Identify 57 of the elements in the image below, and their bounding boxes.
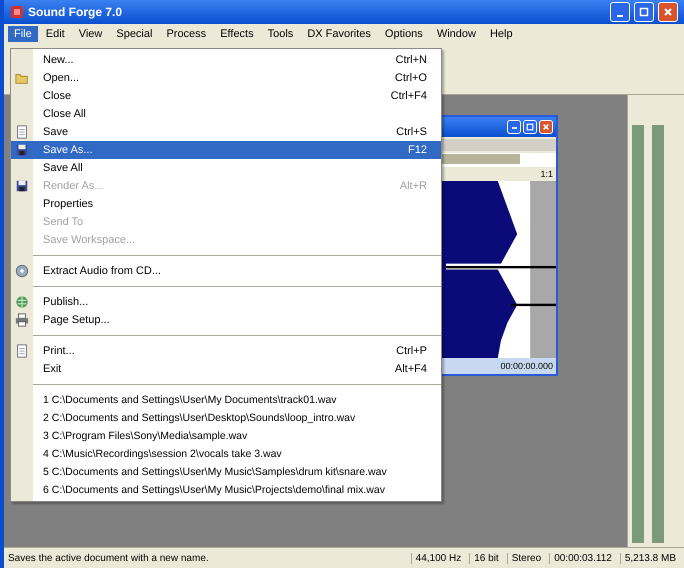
status-cell: 00:00:03.112 (549, 552, 616, 564)
minimize-button[interactable] (507, 120, 521, 134)
recent-file-item[interactable]: 1 C:\Documents and Settings\User\My Documents\track01.wav (11, 391, 441, 409)
menu-item[interactable]: DX Favorites (301, 26, 377, 42)
printer-icon (15, 313, 29, 327)
status-cell: 16 bit (469, 552, 503, 564)
status-cell: 44,100 Hz (410, 552, 466, 564)
recent-file-item[interactable]: 6 C:\Documents and Settings\User\My Music\Projects\demo\final mix.wav (11, 481, 441, 499)
recent-file-item[interactable]: 2 C:\Documents and Settings\User\Desktop\Sounds\loop_intro.wav (11, 409, 441, 427)
menu-item[interactable]: Tools (262, 26, 300, 42)
menu-option[interactable]: Exit Alt+F4 (11, 360, 441, 378)
menu-item[interactable]: Help (484, 26, 519, 42)
close-icon (663, 7, 673, 17)
menu-option[interactable]: Close Ctrl+F4 (11, 87, 441, 105)
app-icon (10, 5, 24, 19)
menu-option[interactable]: Print... Ctrl+P (11, 342, 441, 360)
disc-icon (15, 264, 29, 278)
close-icon (542, 123, 550, 131)
menu-option[interactable]: Publish... (11, 293, 441, 311)
menu-item[interactable]: View (72, 26, 108, 42)
globe-icon (15, 295, 29, 309)
recent-file-item[interactable]: 4 C:\Music\Recordings\session 2\vocals take 3.wav (11, 445, 441, 463)
menu-option[interactable]: New... Ctrl+N (11, 51, 441, 69)
menu-item[interactable]: Window (430, 26, 482, 42)
status-cell: 5,213.8 MB (620, 552, 680, 564)
maximize-button[interactable] (523, 120, 537, 134)
recent-file-item[interactable]: 5 C:\Documents and Settings\User\My Music\Samples\drum kit\snare.wav (11, 463, 441, 481)
minimize-button[interactable] (610, 2, 630, 22)
minimize-icon (512, 127, 516, 129)
close-button[interactable] (539, 120, 553, 134)
menu-item[interactable]: Effects (214, 26, 260, 42)
window-title: Sound Forge 7.0 (28, 5, 122, 19)
menu-option[interactable]: Save All (11, 159, 441, 177)
maximize-button[interactable] (634, 2, 654, 22)
menu-item[interactable]: File (8, 26, 38, 42)
close-button[interactable] (658, 2, 678, 22)
status-cell: Stereo (506, 552, 546, 564)
menu-option[interactable]: Page Setup... (11, 311, 441, 329)
menu-item[interactable]: Process (160, 26, 212, 42)
document-icon (15, 344, 29, 358)
maximize-icon (526, 123, 534, 131)
zoom-ratio: 1:1 (540, 169, 553, 179)
time-position: 00:00:00.000 (500, 361, 553, 371)
recent-file-item[interactable]: 3 C:\Program Files\Sony\Media\sample.wav (11, 427, 441, 445)
document-icon (15, 125, 29, 139)
minimize-icon (617, 15, 623, 17)
menu-option[interactable]: Save Ctrl+S (11, 123, 441, 141)
menu-item[interactable]: Edit (40, 26, 71, 42)
menu-item[interactable]: Options (378, 26, 429, 42)
maximize-icon (639, 7, 649, 17)
menu-option[interactable]: Open... Ctrl+O (11, 69, 441, 87)
menu-item[interactable]: Special (110, 26, 158, 42)
menu-option[interactable]: Close All (11, 105, 441, 123)
menu-option[interactable]: Properties (11, 195, 441, 213)
status-message: Saves the active document with a new name. (8, 552, 210, 564)
menu-option[interactable]: Save As... F12 (11, 141, 441, 159)
menu-option[interactable]: Extract Audio from CD... (11, 262, 441, 280)
